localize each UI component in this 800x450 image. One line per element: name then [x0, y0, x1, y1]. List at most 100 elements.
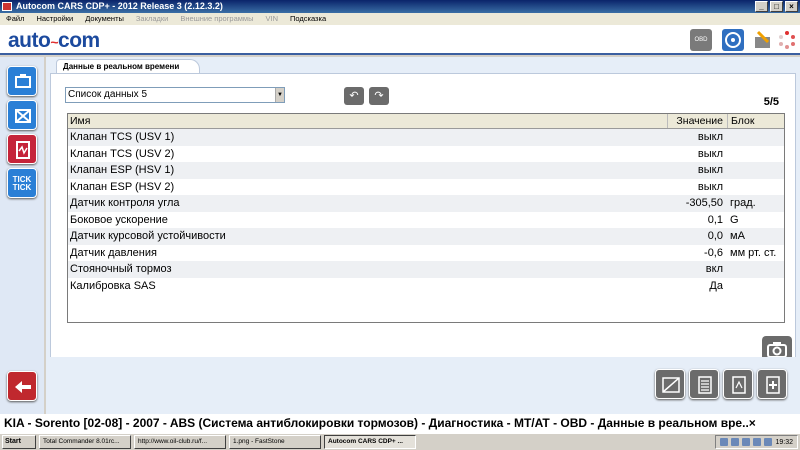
table-header: Имя Значение Блок — [68, 114, 784, 129]
meter-view-button[interactable] — [723, 369, 753, 399]
row-name: Клапан ESP (HSV 1) — [70, 164, 175, 176]
table-row[interactable]: Датчик курсовой устойчивости 0,0 мА — [68, 228, 784, 245]
minimize-button[interactable]: _ — [755, 1, 768, 12]
taskbar-item-autocom[interactable]: Autocom CARS CDP+ ... — [324, 435, 416, 449]
tray-icon[interactable] — [720, 438, 729, 446]
back-button[interactable] — [7, 371, 37, 401]
row-value: -305,50 — [685, 197, 723, 209]
help-icon — [725, 32, 741, 48]
clear-errors-icon — [15, 109, 31, 123]
row-unit: мА — [730, 230, 745, 242]
window-controls: _ □ × — [755, 1, 798, 12]
taskbar-item-browser[interactable]: http://www.oil-club.ru/f... — [134, 435, 226, 449]
table-row[interactable]: Датчик контроля угла -305,50 град. — [68, 195, 784, 212]
start-button[interactable]: Start — [2, 435, 36, 449]
window-title: Autocom CARS CDP+ - 2012 Release 3 (2.12… — [16, 1, 223, 11]
row-name: Клапан TCS (USV 1) — [70, 131, 175, 143]
row-value: выкл — [697, 164, 723, 176]
app-icon — [2, 2, 12, 11]
maximize-button[interactable]: □ — [770, 1, 783, 12]
tray-icon[interactable] — [742, 438, 751, 446]
tick-label-bottom: TICK — [12, 183, 32, 192]
sidebar: TICK TICK — [0, 57, 44, 414]
page-indicator: 5/5 — [763, 96, 779, 108]
table-row[interactable]: Калибровка SAS Да — [68, 278, 784, 295]
bottom-toolbar — [46, 357, 800, 414]
close-button[interactable]: × — [785, 1, 798, 12]
data-list-select[interactable]: Список данных 5 ▼ — [65, 87, 285, 103]
taskbar-item-total-commander[interactable]: Total Commander 8.01rc... — [39, 435, 131, 449]
engine-icon — [15, 74, 31, 88]
add-document-icon — [766, 376, 780, 394]
table-row[interactable]: Датчик давления -0,6 мм рт. ст. — [68, 245, 784, 262]
table-row[interactable]: Клапан TCS (USV 2) выкл — [68, 146, 784, 163]
menu-bookmarks: Закладки — [135, 14, 169, 23]
menu-documents[interactable]: Документы — [85, 13, 124, 25]
table-row[interactable]: Боковое ускорение 0,1 G — [68, 212, 784, 229]
row-name: Клапан ESP (HSV 2) — [70, 180, 175, 193]
graph-crossed-icon — [662, 377, 680, 393]
row-name: Датчик давления — [70, 246, 157, 259]
system-clock: 19:32 — [775, 438, 793, 446]
row-value: выкл — [697, 131, 723, 143]
obd-button[interactable]: OBD — [690, 29, 712, 51]
live-data-table: Имя Значение Блок Клапан TCS (USV 1) выкл… — [67, 113, 785, 323]
menu-file[interactable]: Файл — [6, 13, 24, 25]
menu-settings[interactable]: Настройки — [36, 13, 73, 25]
obd-icon: OBD — [694, 37, 708, 43]
tray-icon[interactable] — [764, 438, 773, 446]
live-data-icon — [16, 141, 30, 159]
tray-icon[interactable] — [753, 438, 762, 446]
graph-button[interactable] — [655, 369, 685, 399]
table-row[interactable]: Клапан TCS (USV 1) выкл — [68, 129, 784, 146]
row-unit — [727, 162, 784, 179]
sidebar-engine-button[interactable] — [7, 66, 37, 96]
taskbar-item-faststone[interactable]: 1.png - FastStone — [229, 435, 321, 449]
undo-arrow-icon: ↶ — [349, 90, 359, 102]
row-unit — [727, 146, 784, 163]
vehicle-status-bar: KIA - Sorento [02-08] - 2007 - ABS (Сист… — [0, 414, 800, 433]
main-area: Данные в реальном времени Список данных … — [46, 57, 800, 413]
list-view-button[interactable] — [689, 369, 719, 399]
column-header-name[interactable]: Имя — [68, 114, 667, 128]
table-row[interactable]: Стояночный тормоз вкл — [68, 261, 784, 278]
row-unit — [727, 261, 784, 278]
redo-arrow-icon: ↷ — [374, 90, 384, 102]
sidebar-errors-button[interactable] — [7, 100, 37, 130]
sidebar-tick-button[interactable]: TICK TICK — [7, 168, 37, 198]
gauge-icon — [732, 376, 746, 394]
previous-page-button[interactable]: ↶ — [344, 87, 364, 105]
table-row[interactable]: Клапан ESP (HSV 2) выкл — [68, 179, 784, 196]
row-value: выкл — [697, 180, 723, 193]
menu-bar: Файл Настройки Документы Закладки Внешни… — [0, 13, 800, 25]
sidebar-live-data-button[interactable] — [7, 134, 37, 164]
loading-icon — [779, 31, 795, 49]
logo-accent: ~ — [50, 34, 59, 50]
row-value: 0,0 — [707, 230, 723, 242]
row-value: -0,6 — [704, 246, 723, 259]
next-page-button[interactable]: ↷ — [369, 87, 389, 105]
column-header-value[interactable]: Значение — [667, 114, 727, 128]
chevron-down-icon[interactable]: ▼ — [275, 88, 284, 102]
battery-icon — [755, 30, 770, 48]
tray-icon[interactable] — [731, 438, 740, 446]
help-button[interactable] — [722, 29, 744, 51]
table-body: Клапан TCS (USV 1) выкл Клапан TCS (USV 2… — [68, 129, 784, 294]
row-name: Калибровка SAS — [70, 279, 156, 292]
table-row[interactable]: Клапан ESP (HSV 1) выкл — [68, 162, 784, 179]
logo-text-tail: com — [58, 29, 100, 52]
column-header-unit[interactable]: Блок — [727, 114, 784, 128]
list-icon — [698, 376, 712, 394]
menu-vin: VIN — [265, 14, 278, 23]
battery-button[interactable] — [752, 29, 774, 51]
add-parameter-button[interactable] — [757, 369, 787, 399]
data-list-select-value: Список данных 5 — [68, 89, 148, 100]
logo-text-main: auto — [8, 29, 51, 52]
row-value: вкл — [705, 263, 723, 275]
autocom-logo: auto~com — [8, 29, 100, 53]
row-value: выкл — [697, 147, 723, 160]
row-value: 0,1 — [707, 213, 723, 226]
tab-live-data[interactable]: Данные в реальном времени — [56, 59, 201, 73]
row-name: Стояночный тормоз — [70, 263, 172, 275]
menu-help[interactable]: Подсказка — [290, 13, 326, 25]
